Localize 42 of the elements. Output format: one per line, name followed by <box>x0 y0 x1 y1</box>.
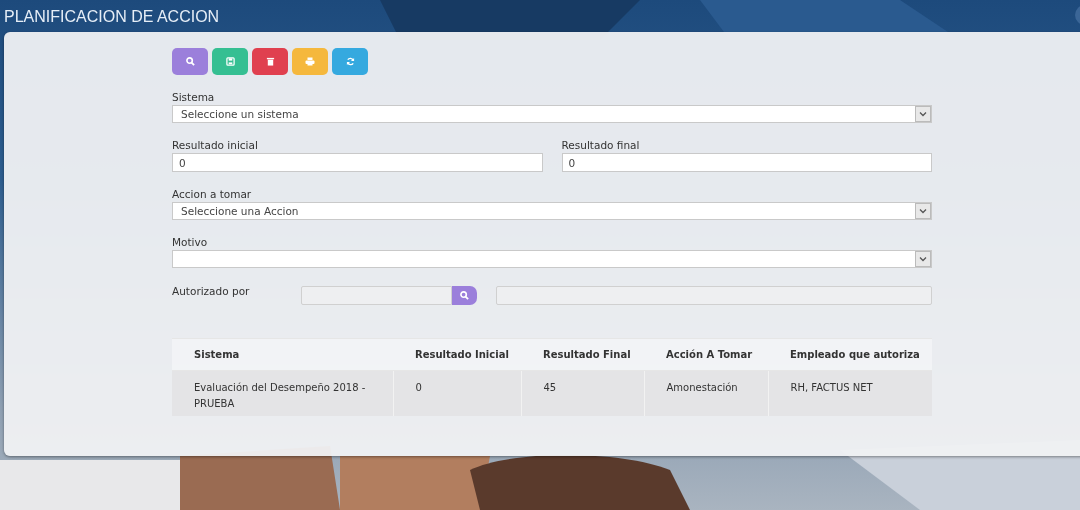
column-header: Empleado que autoriza <box>768 338 932 371</box>
refresh-icon <box>345 57 355 66</box>
search-button[interactable] <box>452 285 477 305</box>
field-label: Accion a tomar <box>172 188 253 201</box>
chevron-down-icon <box>919 208 927 214</box>
table-cell: 45 <box>521 370 644 416</box>
table-cell: RH, FACTUS NET <box>768 370 932 416</box>
employee-name-field[interactable] <box>496 285 932 305</box>
search-button[interactable] <box>172 48 208 75</box>
field-label: Resultado inicial <box>172 139 259 152</box>
table-cell: 0 <box>393 370 521 416</box>
dropdown-field[interactable]: Seleccione una Accion <box>172 202 932 220</box>
refresh-button[interactable] <box>332 48 368 75</box>
print-button[interactable] <box>292 48 328 75</box>
page-title: PLANIFICACION DE ACCION <box>3 7 220 27</box>
column-header: Acción A Tomar <box>644 338 768 371</box>
save-icon <box>225 57 235 66</box>
field-label: Autorizado por <box>172 285 251 297</box>
input-field[interactable]: 0 <box>561 153 932 172</box>
column-header: Resultado Inicial <box>393 338 521 371</box>
employee-code-field[interactable] <box>301 285 452 305</box>
save-button[interactable] <box>212 48 248 75</box>
column-header: Sistema <box>172 338 393 371</box>
trash-icon <box>265 57 275 66</box>
search-icon <box>185 57 195 66</box>
field-label: Sistema <box>172 91 216 104</box>
dropdown-button[interactable] <box>915 251 931 267</box>
dropdown-button[interactable] <box>915 203 931 219</box>
field-label: Resultado final <box>561 139 641 152</box>
table-cell: Amonestación <box>644 370 768 416</box>
chevron-down-icon <box>919 256 927 262</box>
field-label: Motivo <box>172 236 209 249</box>
column-header: Resultado Final <box>521 338 644 371</box>
dropdown-field[interactable] <box>172 250 932 268</box>
table-cell: Evaluación del Desempeño 2018 - PRUEBA <box>172 370 393 416</box>
delete-button[interactable] <box>252 48 288 75</box>
dropdown-button[interactable] <box>915 106 931 122</box>
printer-icon <box>305 57 315 66</box>
input-field[interactable]: 0 <box>172 153 543 172</box>
chevron-down-icon <box>919 111 927 117</box>
dropdown-field[interactable]: Seleccione un sistema <box>172 105 932 123</box>
search-icon <box>460 290 469 300</box>
